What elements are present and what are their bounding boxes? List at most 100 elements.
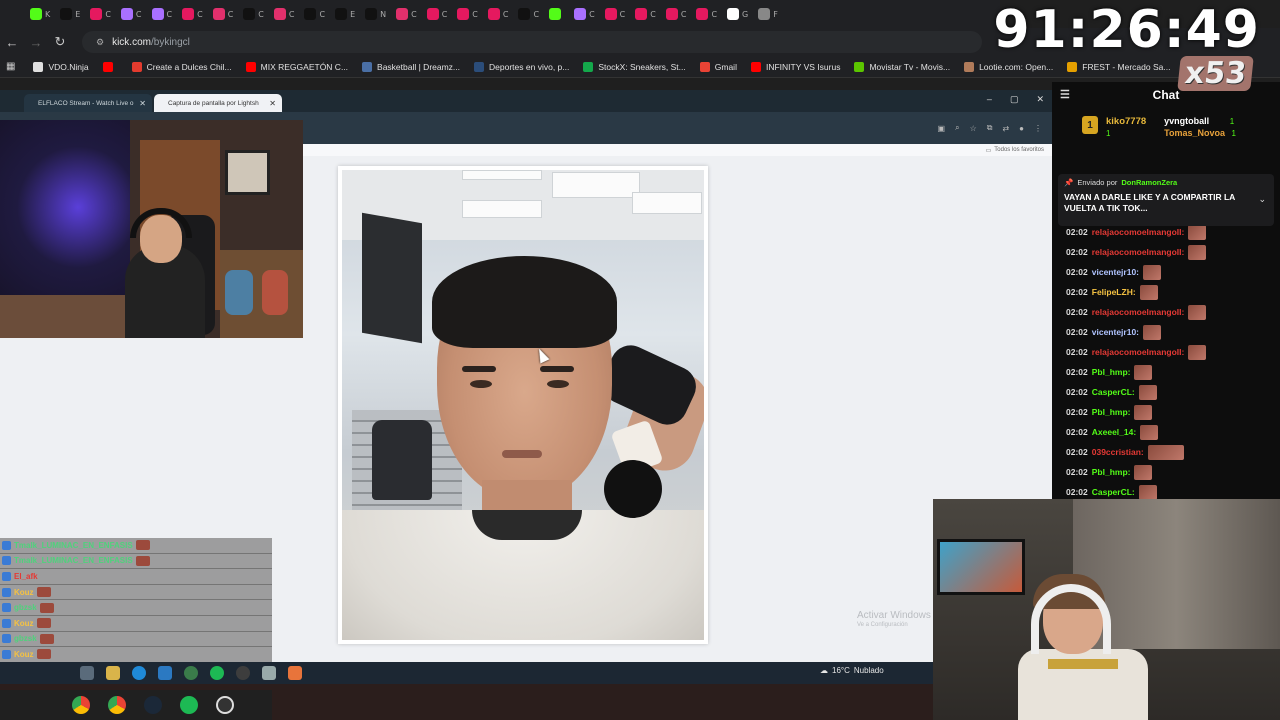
tab-title[interactable]: C	[650, 10, 656, 19]
tab-favicon-icon[interactable]	[549, 8, 562, 20]
tab-title[interactable]: C	[620, 10, 626, 19]
forward-icon[interactable]: →	[24, 35, 48, 50]
pinned-user[interactable]: DonRamonZera	[1121, 178, 1177, 187]
tab-title[interactable]: C	[533, 10, 539, 19]
message-user[interactable]: Pbl_hmp:	[1092, 467, 1131, 477]
tab-title[interactable]: C	[167, 10, 173, 19]
url-field[interactable]: ⚙ kick.com /bykingcl	[82, 31, 982, 53]
steam-icon[interactable]	[144, 696, 162, 714]
tab-favicon-icon[interactable]	[696, 8, 709, 20]
close-tab-icon[interactable]: ✕	[139, 99, 146, 108]
paint-icon[interactable]	[288, 666, 302, 680]
bookmark-item[interactable]: FREST - Mercado Sa...	[1067, 61, 1170, 72]
profile-icon[interactable]: ●	[1019, 124, 1024, 133]
tab-title[interactable]: C	[681, 10, 687, 19]
star-icon[interactable]: ☆	[970, 124, 977, 133]
bookmark-item[interactable]	[102, 61, 118, 72]
tab-title[interactable]: K	[45, 10, 50, 19]
message-user[interactable]: relajaocomoelmangoII:	[1092, 227, 1185, 237]
shield-icon[interactable]	[262, 666, 276, 680]
edge-icon[interactable]	[132, 666, 146, 680]
bookmark-item[interactable]: Deportes en vivo, p...	[474, 61, 569, 72]
message-user[interactable]: Axeeel_14:	[1092, 427, 1136, 437]
tab-favicon-icon[interactable]	[304, 8, 317, 20]
message-user[interactable]: FelipeLZH:	[1092, 287, 1136, 297]
message-user[interactable]: relajaocomoelmangoII:	[1092, 307, 1185, 317]
tab-favicon-icon[interactable]	[335, 8, 348, 20]
collapse-chat-icon[interactable]: ☰	[1060, 88, 1070, 101]
message-user[interactable]: CasperCL:	[1092, 487, 1135, 497]
tab-favicon-icon[interactable]	[60, 8, 73, 20]
tab-favicon-icon[interactable]	[90, 8, 103, 20]
tab-title[interactable]: N	[380, 10, 386, 19]
tab-title[interactable]: C	[228, 10, 234, 19]
gifter-name[interactable]: Tomas_Novoa	[1164, 128, 1225, 138]
chevron-down-icon[interactable]: ⌄	[1258, 194, 1266, 205]
message-user[interactable]: relajaocomoelmangoII:	[1092, 247, 1185, 257]
message-user[interactable]: vicentejr10:	[1092, 327, 1139, 337]
tab-favicon-icon[interactable]	[151, 8, 164, 20]
chrome-icon[interactable]	[184, 666, 198, 680]
tab-favicon-icon[interactable]	[120, 8, 133, 20]
tab-title[interactable]: C	[319, 10, 325, 19]
tab-favicon-icon[interactable]	[635, 8, 648, 20]
tab-favicon-icon[interactable]	[457, 8, 470, 20]
tab-title[interactable]: G	[742, 10, 748, 19]
zoom-icon[interactable]: ⌕	[955, 123, 959, 133]
tab-favicon-icon[interactable]	[396, 8, 409, 20]
tab-favicon-icon[interactable]	[273, 8, 286, 20]
store-icon[interactable]	[158, 666, 172, 680]
gifter-name[interactable]: kiko7778	[1106, 116, 1146, 127]
tab-favicon-icon[interactable]	[30, 8, 42, 20]
bookmark-item[interactable]: INFINITY VS Isurus	[750, 61, 840, 72]
site-info-icon[interactable]: ⚙	[96, 37, 104, 48]
weather-widget[interactable]: ☁ 16°C Nublado	[820, 666, 884, 675]
tab-favicon-icon[interactable]	[182, 8, 195, 20]
screen-icon[interactable]: ▣	[938, 124, 946, 133]
apps-grid-icon[interactable]: ▦	[6, 61, 15, 72]
tab-title[interactable]: E	[75, 10, 80, 19]
bookmark-item[interactable]: MIX REGGAETÓN C...	[245, 61, 348, 72]
tab-title[interactable]: C	[711, 10, 717, 19]
bookmark-item[interactable]: Lootie.com: Open...	[964, 61, 1053, 72]
bookmark-item[interactable]: Create a Dulces Chil...	[131, 61, 232, 72]
bookmark-item[interactable]: Movistar Tv - Movis...	[854, 61, 950, 72]
reload-icon[interactable]: ↻	[48, 34, 72, 50]
gifter-name[interactable]: yvngtoball	[1164, 116, 1209, 126]
inner-tab[interactable]: Captura de pantalla por Lightsh ✕	[154, 94, 282, 112]
tab-favicon-icon[interactable]	[243, 8, 256, 20]
file-explorer-icon[interactable]	[106, 666, 120, 680]
tab-favicon-icon[interactable]	[574, 8, 587, 20]
chrome-icon[interactable]	[72, 696, 90, 714]
bookmark-item[interactable]: Gmail	[699, 61, 737, 72]
tab-favicon-icon[interactable]	[426, 8, 439, 20]
all-bookmarks-label[interactable]: Todos los favoritos	[994, 147, 1044, 153]
sync-icon[interactable]: ⇄	[1002, 124, 1009, 133]
minimize-icon[interactable]: –	[987, 94, 992, 105]
message-user[interactable]: vicentejr10:	[1092, 267, 1139, 277]
tab-favicon-icon[interactable]	[487, 8, 500, 20]
tab-title[interactable]: C	[442, 10, 448, 19]
pinned-message[interactable]: 📌 Enviado por DonRamonZera VAYAN A DARLE…	[1058, 174, 1274, 226]
tab-title[interactable]: C	[197, 10, 203, 19]
message-user[interactable]: 039ccristian:	[1092, 447, 1144, 457]
bookmark-item[interactable]: Basketball | Dreamz...	[362, 61, 460, 72]
tab-title[interactable]: F	[773, 10, 778, 19]
spotify-icon[interactable]	[210, 666, 224, 680]
extensions-icon[interactable]: ⧉	[987, 123, 993, 133]
tab-favicon-icon[interactable]	[727, 8, 740, 20]
message-user[interactable]: CasperCL:	[1092, 387, 1135, 397]
settings-app-icon[interactable]	[80, 666, 94, 680]
tab-favicon-icon[interactable]	[212, 8, 225, 20]
back-icon[interactable]: ←	[0, 35, 24, 50]
message-user[interactable]: relajaocomoelmangoII:	[1092, 347, 1185, 357]
tab-title[interactable]: E	[350, 10, 355, 19]
tab-title[interactable]: C	[258, 10, 264, 19]
tab-favicon-icon[interactable]	[518, 8, 531, 20]
maximize-icon[interactable]: ▢	[1010, 94, 1019, 105]
close-tab-icon[interactable]: ✕	[269, 99, 276, 108]
tab-title[interactable]: C	[472, 10, 478, 19]
tab-title[interactable]: C	[105, 10, 111, 19]
obs-icon[interactable]	[236, 666, 250, 680]
tab-favicon-icon[interactable]	[604, 8, 617, 20]
